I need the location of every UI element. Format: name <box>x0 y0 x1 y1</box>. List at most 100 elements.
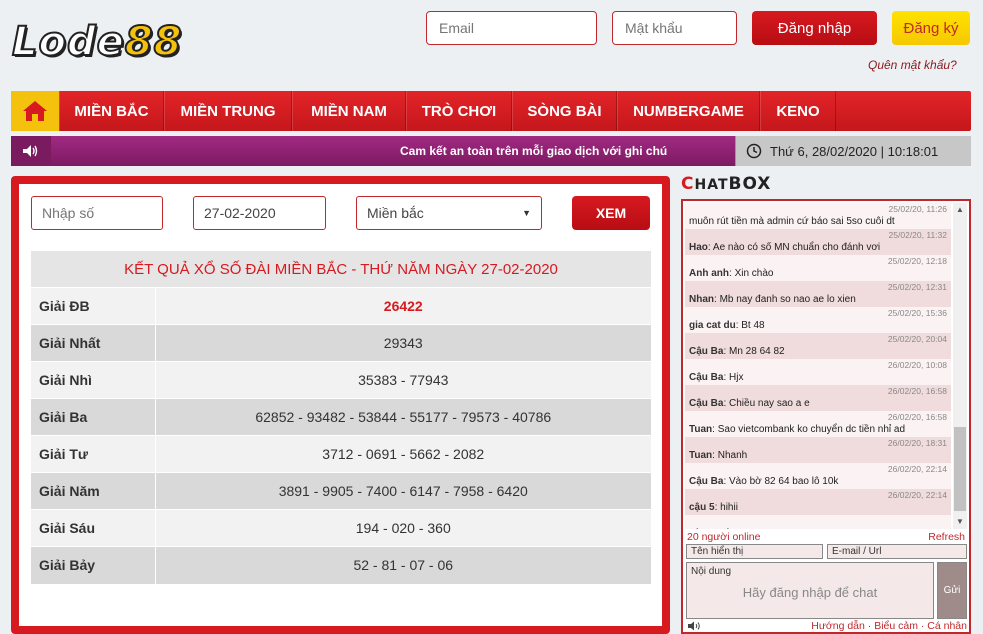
prize-label: Giải ĐB <box>31 287 156 325</box>
display-name-input[interactable]: Tên hiển thị <box>686 544 823 559</box>
chat-username[interactable]: Cậu Ba <box>689 346 723 357</box>
chat-username[interactable]: Tuan <box>689 450 712 461</box>
chat-message-text: Hjx <box>729 372 744 383</box>
chat-username[interactable]: cậu 5 <box>689 528 715 529</box>
prize-value: 29343 <box>155 324 651 362</box>
prize-label: Giải Nhì <box>31 361 156 399</box>
nav-song-bai[interactable]: SÒNG BÀI <box>512 91 617 131</box>
table-row: Giải Nhì 35383 - 77943 <box>31 361 651 399</box>
table-row: Giải Năm 3891 - 9905 - 7400 - 6147 - 795… <box>31 472 651 510</box>
chat-username[interactable]: Anh anh <box>689 268 729 279</box>
chat-username[interactable]: Cậu Ba <box>689 398 723 409</box>
prize-value: 62852 - 93482 - 53844 - 55177 - 79573 - … <box>155 398 651 436</box>
chat-message-line: cậu 5: cậu 8 <box>689 528 745 529</box>
chat-message-time: 26/02/20, 18:31 <box>887 438 947 448</box>
chat-message: 26/02/20, 16:58 Cậu Ba: Chiều nay sao a e <box>685 385 951 411</box>
chat-footer-links[interactable]: Hướng dẫn · Biểu cảm · Cá nhân <box>811 620 967 632</box>
chat-message-time: 25/02/20, 11:32 <box>888 230 947 240</box>
scroll-up-icon[interactable]: ▲ <box>953 203 967 217</box>
chat-username[interactable]: cậu 5 <box>689 502 715 513</box>
chat-message-line: Cậu Ba: Vào bờ 82 64 bao lô 10k <box>689 476 839 487</box>
password-input[interactable] <box>612 11 737 45</box>
site-logo[interactable]: Lode 88 <box>11 18 183 66</box>
chat-username[interactable]: Cậu Ba <box>689 476 723 487</box>
nav-numbergame[interactable]: NUMBERGAME <box>617 91 760 131</box>
scroll-down-icon[interactable]: ▼ <box>953 515 967 529</box>
view-results-button[interactable]: XEM <box>572 196 650 230</box>
table-row: Giải Ba 62852 - 93482 - 53844 - 55177 - … <box>31 398 651 436</box>
email-url-input[interactable]: E-mail / Url <box>827 544 967 559</box>
table-row: Giải ĐB 26422 <box>31 287 651 325</box>
sound-icon[interactable] <box>687 621 701 634</box>
chat-message-line: Cậu Ba: Chiều nay sao a e <box>689 398 810 409</box>
chat-message-line: muôn rút tiền mà admin cứ báo sai 5so cu… <box>689 216 895 227</box>
chat-message-text: cậu 8 <box>720 528 744 529</box>
chat-message-list[interactable]: 25/02/20, 11:26 muôn rút tiền mà admin cứ… <box>685 203 951 529</box>
nav-mien-nam[interactable]: MIỀN NAM <box>292 91 406 131</box>
chat-message-line: gia cat du: Bt 48 <box>689 320 765 331</box>
chat-username[interactable]: gia cat du <box>689 320 736 331</box>
chat-message: 25/02/20, 12:18 Anh anh: Xin chào <box>685 255 951 281</box>
chat-message: 25/02/20, 11:26 muôn rút tiền mà admin cứ… <box>685 203 951 229</box>
login-button[interactable]: Đăng nhập <box>752 11 877 45</box>
chat-message-line: Nhan: Mb nay đanh so nao ae lo xien <box>689 294 856 305</box>
nav-mien-trung[interactable]: MIỀN TRUNG <box>164 91 292 131</box>
online-count: 20 người online <box>687 531 761 543</box>
table-row: Giải Nhất 29343 <box>31 324 651 362</box>
chatbox: 25/02/20, 11:26 muôn rút tiền mà admin cứ… <box>681 199 971 634</box>
chatbox-title-first: C <box>681 174 695 194</box>
nav-keno[interactable]: KENO <box>760 91 836 131</box>
prize-value: 194 - 020 - 360 <box>155 509 651 547</box>
number-search-input[interactable] <box>31 196 163 230</box>
region-select[interactable]: Miền bắc ▼ <box>356 196 542 230</box>
nav-mien-bac[interactable]: MIỀN BẮC <box>59 91 164 131</box>
chat-username[interactable]: Nhan <box>689 294 714 305</box>
chat-message-text: Sao vietcombank ko chuyển dc tiền nhỉ ad <box>717 424 906 435</box>
home-icon <box>23 101 47 121</box>
chat-message: 25/02/20, 12:31 Nhan: Mb nay đanh so nao … <box>685 281 951 307</box>
chat-scrollbar[interactable]: ▲ ▼ <box>953 203 967 529</box>
send-button[interactable]: Gửi <box>937 562 967 619</box>
home-button[interactable] <box>11 91 59 131</box>
prize-value: 26422 <box>155 287 651 325</box>
chat-message-time: 25/02/20, 12:18 <box>887 256 947 266</box>
logo-number: 88 <box>124 18 183 66</box>
chat-message-text: Bt 48 <box>741 320 765 331</box>
register-button[interactable]: Đăng ký <box>892 11 970 45</box>
prize-label: Giải Tư <box>31 435 156 473</box>
chatbox-title: CHATBOX <box>681 174 771 194</box>
refresh-link[interactable]: Refresh <box>928 531 965 543</box>
dropdown-arrow-icon: ▼ <box>522 208 531 218</box>
news-ticker: Cam kết an toàn trên mỗi giao dịch với g… <box>11 136 971 166</box>
chat-message-line: Cậu Ba: Mn 28 64 82 <box>689 346 785 357</box>
table-row: Giải Sáu 194 - 020 - 360 <box>31 509 651 547</box>
chat-message-text: muôn rút tiền mà admin cứ báo sai 5so cu… <box>689 216 895 227</box>
chat-message-text: Vào bờ 82 64 bao lô 10k <box>729 476 839 487</box>
chat-message-time: 25/02/20, 15:36 <box>887 308 947 318</box>
chat-message: 25/02/20, 15:36 gia cat du: Bt 48 <box>685 307 951 333</box>
forgot-password-link[interactable]: Quên mật khẩu? <box>868 58 957 72</box>
email-input[interactable] <box>426 11 597 45</box>
chat-message-line: Hao: Ae nào có số MN chuẩn cho đánh vơi <box>689 242 881 253</box>
chatbox-title-rest: HAT <box>694 177 729 193</box>
table-row: Giải Bảy 52 - 81 - 07 - 06 <box>31 546 651 584</box>
chat-message-line: Cậu Ba: Hjx <box>689 372 744 383</box>
chat-message-text: Nhanh <box>717 450 748 461</box>
chat-username[interactable]: Cậu Ba <box>689 372 723 383</box>
prize-label: Giải Sáu <box>31 509 156 547</box>
chat-message: 26/02/20, 22:14 cậu 5: hihii <box>685 489 951 515</box>
date-picker[interactable]: 27-02-2020 <box>193 196 326 230</box>
results-panel: 27-02-2020 Miền bắc ▼ XEM KẾT QUẢ XỔ SỐ … <box>11 176 670 634</box>
prize-value: 35383 - 77943 <box>155 361 651 399</box>
chat-message: 25/02/20, 11:32 Hao: Ae nào có số MN chuẩ… <box>685 229 951 255</box>
login-to-chat-prompt: Hãy đăng nhập để chat <box>742 585 878 600</box>
prize-value: 3891 - 9905 - 7400 - 6147 - 7958 - 6420 <box>155 472 651 510</box>
results-title: KẾT QUẢ XỔ SỐ ĐÀI MIỀN BẮC - THỨ NĂM NGÀ… <box>31 250 651 288</box>
scroll-thumb[interactable] <box>954 427 966 511</box>
chat-message-input[interactable]: Nội dung Hãy đăng nhập để chat <box>686 562 934 619</box>
datetime-display: Thứ 6, 28/02/2020 | 10:18:01 <box>735 136 971 166</box>
nav-tro-choi[interactable]: TRÒ CHƠI <box>406 91 512 131</box>
chat-username[interactable]: Tuan <box>689 424 712 435</box>
chat-username[interactable]: Hao <box>689 242 708 253</box>
ticker-message: Cam kết an toàn trên mỗi giao dịch với g… <box>400 144 668 158</box>
